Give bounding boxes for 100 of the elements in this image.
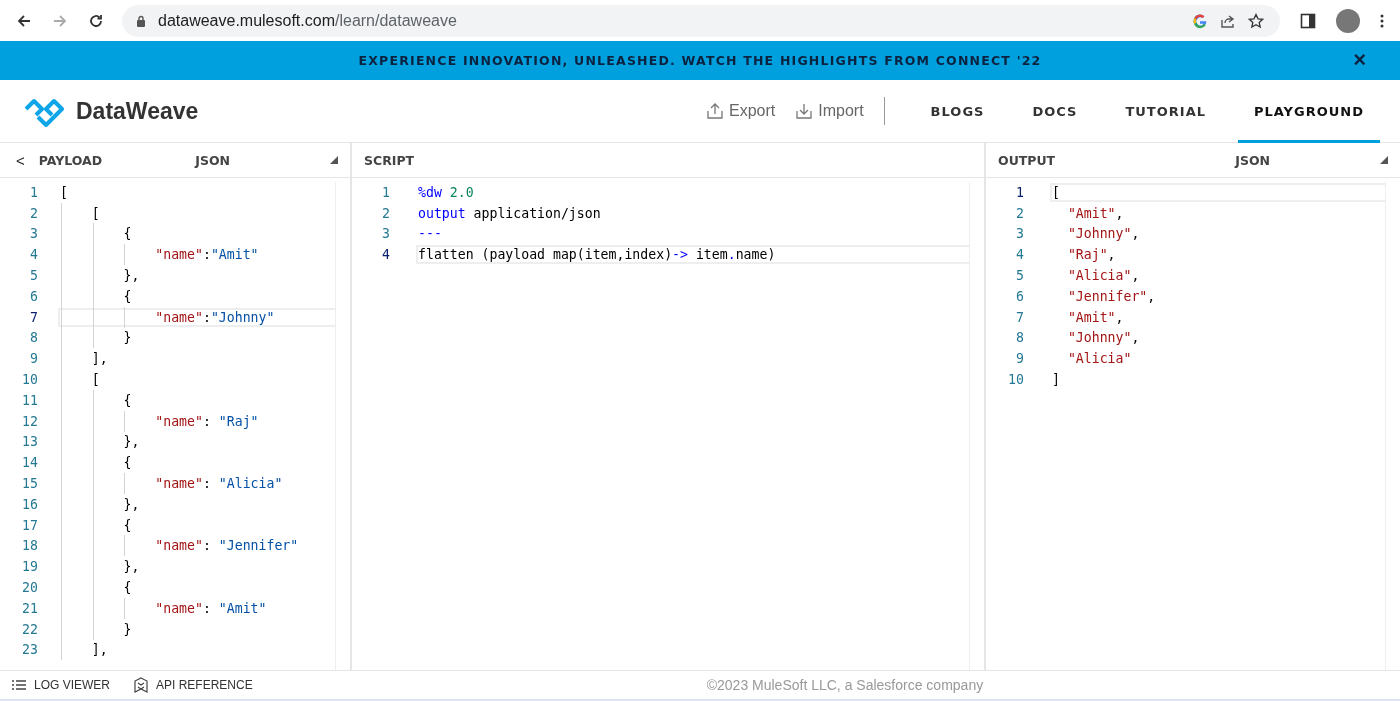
line-number: 3: [381, 226, 390, 242]
line-number: 2: [381, 205, 390, 221]
nav-tab[interactable]: BLOGS: [914, 79, 1001, 143]
code-line: %dw 2.0: [418, 184, 475, 200]
upload-icon: [706, 103, 724, 119]
line-number: 18: [21, 538, 38, 554]
code-line: output application/json: [418, 205, 602, 221]
profile-avatar[interactable]: [1336, 8, 1360, 33]
line-number: 6: [1015, 288, 1024, 304]
line-number: 23: [21, 642, 38, 658]
code-line: },: [60, 496, 144, 512]
line-number: 6: [29, 288, 38, 304]
code-line: "Johnny",: [1066, 226, 1141, 242]
line-number: 5: [1015, 268, 1024, 284]
format-dropdown[interactable]: JSON: [1235, 152, 1388, 168]
line-number: 9: [1015, 351, 1024, 367]
code-line: "name": "Jennifer": [60, 538, 303, 554]
address-bar[interactable]: dataweave.mulesoft.com/learn/dataweave: [122, 4, 1280, 37]
code-line: "Johnny",: [1066, 330, 1141, 346]
download-icon: [795, 103, 814, 119]
line-number: 9: [29, 351, 38, 367]
line-number: 4: [29, 247, 38, 263]
line-number: 10: [1007, 372, 1024, 388]
code-line: "name": "Raj": [60, 413, 263, 429]
code-line: ],: [60, 351, 112, 367]
code-line: ---: [418, 226, 443, 242]
code-line: "Alicia": [1066, 351, 1133, 367]
list-icon: [12, 679, 26, 691]
line-number: 4: [1015, 247, 1024, 263]
dropdown-caret-icon: [330, 156, 338, 164]
nav-tab[interactable]: DOCS: [1016, 79, 1094, 143]
side-panel-icon[interactable]: [1300, 12, 1316, 29]
nav-tab[interactable]: TUTORIAL: [1109, 79, 1222, 143]
code-line: ],: [60, 642, 112, 658]
code-line: {: [60, 517, 136, 533]
line-number: 17: [21, 517, 38, 533]
api-reference-button[interactable]: API REFERENCE: [134, 677, 253, 693]
line-number: 7: [29, 309, 38, 325]
line-number: 15: [21, 476, 38, 492]
code-line: "name":"Amit": [60, 247, 263, 263]
code-line: "name":"Johnny": [60, 309, 335, 325]
code-line: {: [60, 392, 136, 408]
line-number: 20: [21, 580, 38, 596]
dropdown-caret-icon: [1380, 156, 1388, 164]
url-text: dataweave.mulesoft.com/learn/dataweave: [158, 11, 457, 30]
payload-title: PAYLOAD: [38, 152, 103, 168]
line-number: 3: [1015, 226, 1024, 242]
star-icon[interactable]: [1248, 12, 1264, 29]
code-line: [: [60, 372, 104, 388]
logo-text[interactable]: DataWeave: [76, 97, 199, 125]
line-number: 16: [21, 496, 38, 512]
code-line: },: [60, 268, 144, 284]
export-button[interactable]: Export: [700, 102, 782, 120]
line-number: 7: [1015, 309, 1024, 325]
line-number: 11: [21, 392, 38, 408]
code-line: [: [60, 184, 69, 200]
line-number: 8: [1015, 330, 1024, 346]
reload-icon[interactable]: [88, 12, 104, 29]
log-viewer-button[interactable]: LOG VIEWER: [12, 678, 110, 692]
code-line: "Raj",: [1066, 247, 1117, 263]
back-icon[interactable]: [16, 12, 32, 29]
line-number: 2: [29, 205, 38, 221]
line-number: 1: [1015, 184, 1024, 200]
code-line: "name": "Amit": [60, 600, 271, 616]
code-line: },: [60, 559, 144, 575]
line-number: 5: [29, 268, 38, 284]
code-line: },: [60, 434, 144, 450]
code-line: [: [60, 205, 104, 221]
google-icon[interactable]: [1192, 12, 1208, 29]
line-number: 14: [21, 455, 38, 471]
line-number: 2: [1015, 205, 1024, 221]
line-number: 22: [21, 621, 38, 637]
lock-icon: [136, 14, 146, 27]
copyright-text: ©2023 MuleSoft LLC, a Salesforce company: [706, 677, 984, 693]
line-number: 12: [21, 413, 38, 429]
line-number: 3: [29, 226, 38, 242]
output-title: OUTPUT: [998, 152, 1056, 168]
book-icon: [134, 677, 148, 693]
line-number: 1: [29, 184, 38, 200]
close-button[interactable]: ×: [1349, 49, 1370, 71]
code-line: ]: [1052, 372, 1061, 388]
code-line: {: [60, 226, 136, 242]
import-button[interactable]: Import: [789, 102, 870, 120]
code-line: "name": "Alicia": [60, 476, 287, 492]
code-line: {: [60, 288, 136, 304]
line-number: 21: [21, 600, 38, 616]
code-line: }: [60, 621, 136, 637]
nav-tab[interactable]: PLAYGROUND: [1238, 79, 1380, 143]
code-line: {: [60, 455, 136, 471]
code-line: {: [60, 580, 136, 596]
collapse-button[interactable]: <: [12, 151, 29, 169]
code-line: "Amit",: [1066, 309, 1125, 325]
line-number: 10: [21, 372, 38, 388]
banner-text[interactable]: EXPERIENCE INNOVATION, UNLEASHED. WATCH THE HIGHLIGHTS FROM CONNECT '22: [358, 53, 1042, 68]
code-line: [: [1052, 184, 1385, 200]
format-dropdown[interactable]: JSON: [195, 152, 338, 168]
line-number: 1: [381, 184, 390, 200]
menu-icon[interactable]: [1380, 12, 1384, 29]
code-line: "Amit",: [1066, 205, 1125, 221]
script-title: SCRIPT: [364, 152, 415, 168]
